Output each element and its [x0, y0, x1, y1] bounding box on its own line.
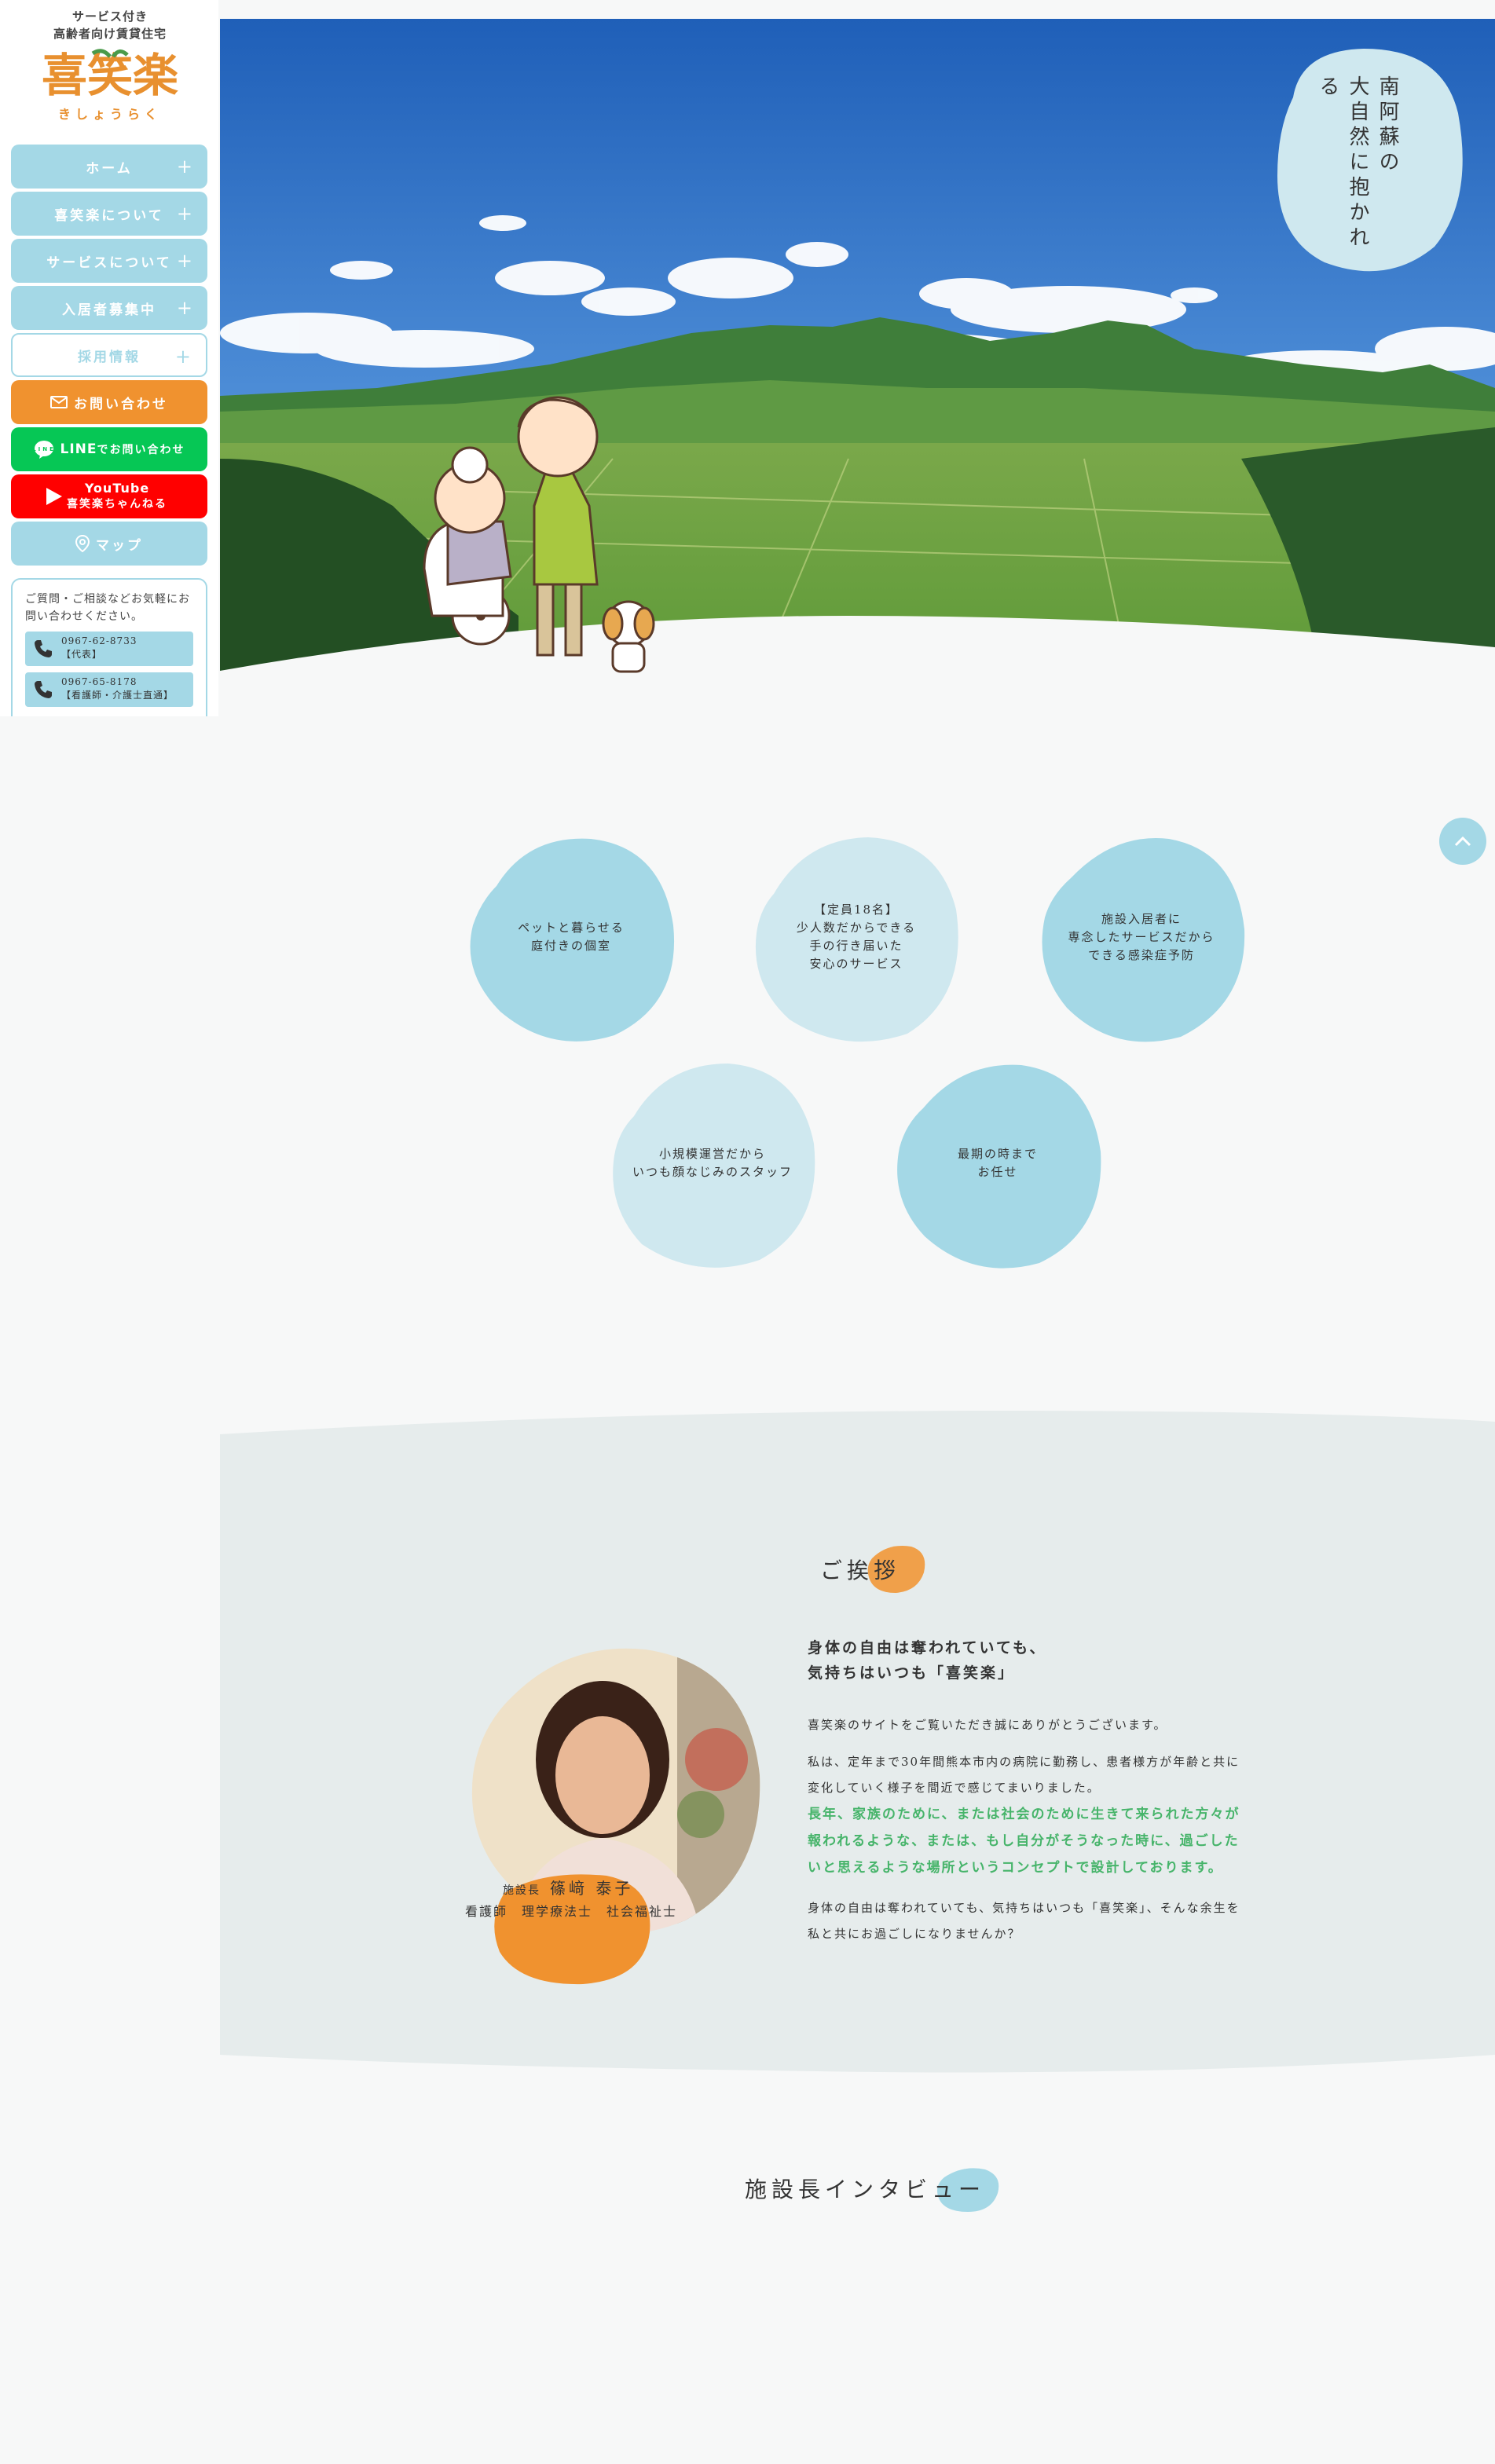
director-credentials: 看護師 理学療法士 社会福祉士: [465, 1904, 678, 1919]
feature-text: 施設入居者に 専念したサービスだから できる感染症予防: [1068, 910, 1215, 965]
interview-title: 施設長インタビュー: [745, 2177, 986, 2202]
hero-tagline-text: 南阿蘇の 大自然に抱かれる: [1313, 75, 1402, 256]
feature-line: 少人数だからできる: [796, 921, 917, 935]
feature-line: ペットと暮らせる: [518, 921, 625, 935]
feature-line: いつも顔なじみのスタッフ: [632, 1165, 793, 1179]
feature-end-of-life: 最期の時まで お任せ: [892, 1057, 1104, 1269]
contact-info-box: ご質問・ご相談などお気軽にお問い合わせください。 0967-62-8733 【代…: [11, 578, 207, 716]
greeting-paragraph-1: 喜笑楽のサイトをご覧いただき誠にありがとうございます。: [808, 1718, 1167, 1732]
nav-about-label: 喜笑楽について: [54, 207, 164, 224]
director-name-line: 施設長 篠﨑 泰子: [503, 1876, 633, 1898]
logo-subtitle-2: 高齢者向け賃貸住宅: [53, 27, 167, 41]
nav-residents-expand-icon[interactable]: +: [177, 297, 195, 319]
feature-capacity: 【定員18名】 少人数だからできる 手の行き届いた 安心のサービス: [750, 831, 962, 1043]
map-button-label: マップ: [96, 537, 143, 554]
contact-intro-text: ご質問・ご相談などお気軽にお問い合わせください。: [25, 593, 190, 623]
tel-main-number: 0967-62-8733: [61, 635, 137, 646]
phone-icon: [35, 640, 52, 657]
feature-line: できる感染症予防: [1088, 947, 1195, 962]
map-button[interactable]: マップ: [11, 522, 207, 566]
sidebar: サービス付き 高齢者向け賃貸住宅 喜笑楽 きしょうらく ホーム + 喜笑楽につい…: [0, 0, 218, 716]
nav-service-expand-icon[interactable]: +: [177, 250, 195, 272]
feature-text: ペットと暮らせる 庭付きの個室: [518, 919, 625, 955]
feature-staff: 小規模運営だから いつも顔なじみのスタッフ: [606, 1057, 819, 1269]
line-contact-label: でお問い合わせ: [97, 444, 185, 456]
greeting-message: 身体の自由は奪われていても、 気持ちはいつも「喜笑楽」 喜笑楽のサイトをご覧いた…: [808, 1635, 1248, 1958]
greeting-paragraph-4: 身体の自由は奪われていても、気持ちはいつも「喜笑楽」、そんな余生を私と共にお過ご…: [808, 1901, 1240, 1941]
youtube-button-title: YouTube: [84, 481, 150, 496]
scroll-to-top-button[interactable]: [1439, 818, 1486, 865]
director-role: 施設長: [503, 1884, 540, 1897]
nav-residents[interactable]: 入居者募集中 +: [11, 286, 207, 330]
youtube-button-channel: 喜笑楽ちゃんねる: [67, 498, 167, 511]
greeting-heading-line2: 気持ちはいつも「喜笑楽」: [808, 1664, 1016, 1682]
hero-tagline: 南阿蘇の 大自然に抱かれる: [1270, 42, 1466, 278]
feature-line: 最期の時まで: [957, 1147, 1038, 1161]
greeting-heading-line1: 身体の自由は奪われていても、: [808, 1639, 1047, 1657]
feature-text: 最期の時まで お任せ: [958, 1145, 1038, 1181]
line-icon: LINE: [34, 440, 54, 459]
director-name: 篠﨑 泰子: [550, 1879, 634, 1898]
nav-recruit-expand-icon[interactable]: +: [175, 346, 193, 368]
hero-tagline-col2: 大自然に抱かれる: [1316, 75, 1369, 251]
logo-mark: 喜笑楽 きしょうらく: [31, 46, 189, 122]
greeting-title: ご挨拶: [820, 1558, 901, 1583]
line-contact-button[interactable]: LINE LINE でお問い合わせ: [11, 427, 207, 471]
site-logo[interactable]: サービス付き 高齢者向け賃貸住宅 喜笑楽 きしょうらく: [31, 8, 189, 134]
play-icon: [46, 488, 62, 505]
logo-subtitle-1: サービス付き: [71, 9, 148, 24]
contact-button[interactable]: お問い合わせ: [11, 380, 207, 424]
nav-residents-label: 入居者募集中: [62, 302, 156, 318]
feature-line: 安心のサービス: [809, 957, 903, 971]
feature-line: 手の行き届いた: [809, 939, 903, 953]
phone-icon: [35, 681, 52, 698]
logo-kana: きしょうらく: [57, 107, 162, 122]
feature-line: 施設入居者に: [1101, 911, 1182, 926]
nav-home[interactable]: ホーム +: [11, 145, 207, 189]
hero-tagline-col1: 南阿蘇の: [1376, 75, 1399, 176]
greeting-paragraph-2: 私は、定年まで30年間熊本市内の病院に勤務し、患者様方が年齢と共に変化していく様…: [808, 1755, 1240, 1795]
tel-main-label: 【代表】: [61, 649, 103, 660]
feature-line: 庭付きの個室: [530, 939, 611, 953]
logo-graphic: 喜笑楽: [42, 49, 178, 102]
feature-line: お任せ: [977, 1165, 1018, 1179]
nav-home-expand-icon[interactable]: +: [177, 156, 195, 178]
feature-line: 専念したサービスだから: [1068, 929, 1215, 944]
chevron-up-icon: [1454, 836, 1471, 847]
contact-button-label: お問い合わせ: [74, 396, 168, 412]
tel-nurse[interactable]: 0967-65-8178 【看護師・介護士直通】: [25, 672, 193, 707]
nav-about-expand-icon[interactable]: +: [177, 203, 195, 225]
tel-main[interactable]: 0967-62-8733 【代表】: [25, 632, 193, 666]
tel-nurse-label: 【看護師・介護士直通】: [61, 690, 174, 701]
mail-icon: [50, 396, 68, 408]
nav-service[interactable]: サービスについて +: [11, 239, 207, 283]
feature-text: 小規模運営だから いつも顔なじみのスタッフ: [632, 1145, 793, 1181]
nav-recruit[interactable]: 採用情報 +: [11, 333, 207, 377]
feature-pets: ペットと暮らせる 庭付きの個室: [465, 831, 677, 1043]
director-caption: 施設長 篠﨑 泰子 看護師 理学療法士 社会福祉士: [465, 1869, 701, 1985]
nav-recruit-label: 採用情報: [78, 349, 141, 365]
youtube-button[interactable]: YouTube 喜笑楽ちゃんねる: [11, 474, 207, 518]
feature-line: 小規模運営だから: [658, 1147, 766, 1161]
greeting-heading: 身体の自由は奪われていても、 気持ちはいつも「喜笑楽」: [808, 1635, 1248, 1686]
feature-line: 【定員18名】: [813, 902, 900, 917]
line-contact-bold: LINE: [60, 441, 97, 457]
svg-text:LINE: LINE: [34, 446, 54, 452]
tel-nurse-number: 0967-65-8178: [61, 676, 137, 687]
nav-home-label: ホーム: [86, 160, 133, 177]
greeting-highlight: 長年、家族のために、または社会のために生きて来られた方々が報われるような、または…: [808, 1807, 1240, 1876]
nav-about[interactable]: 喜笑楽について +: [11, 192, 207, 236]
map-pin-icon: [75, 535, 90, 552]
feature-text: 【定員18名】 少人数だからできる 手の行き届いた 安心のサービス: [797, 901, 916, 973]
feature-infection: 施設入居者に 専念したサービスだから できる感染症予防: [1035, 831, 1248, 1043]
nav-service-label: サービスについて: [46, 254, 172, 271]
